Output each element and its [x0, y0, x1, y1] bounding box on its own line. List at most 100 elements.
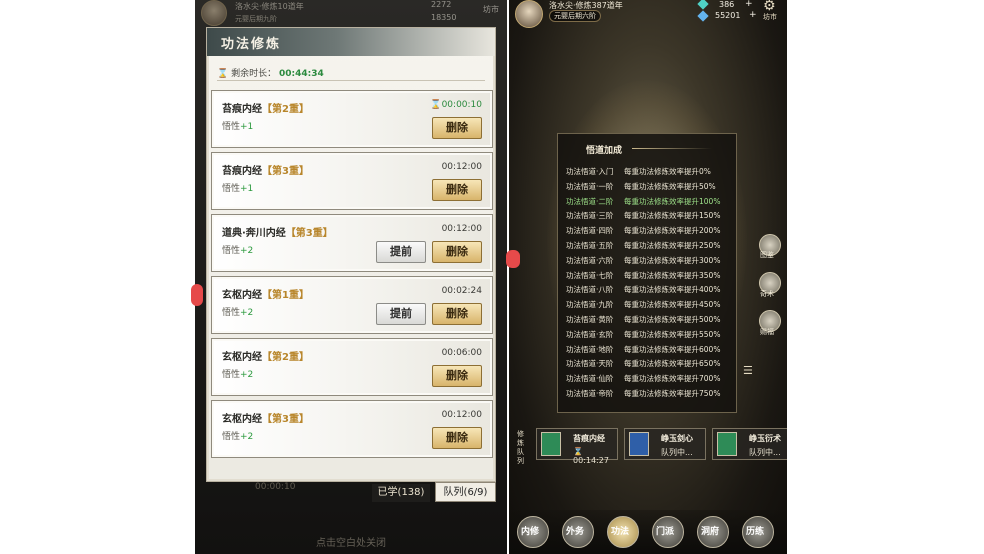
screenshot-stage: 洛水尖·修炼10道年 元婴后期九阶 2272 18350 坊市 00:00:10… — [0, 0, 984, 554]
queue-item-name: 峥玉剑心 — [661, 434, 693, 443]
bonus-level: 功法悟道·一阶 — [566, 181, 614, 191]
bonus-level: 功法悟道·入门 — [566, 167, 614, 176]
technique-card: 道典·奔川内经【第3重】 悟性+2 00:12:00 提前 删除 — [211, 214, 493, 272]
player-name: 洛水尖·修炼10道年 — [235, 2, 304, 11]
bonus-effect: 每重功法修炼效率提升650% — [624, 359, 721, 369]
gear-icon[interactable]: ⚙ — [763, 0, 776, 13]
bonus-row: 功法悟道·八阶 每重功法修炼效率提升400% — [566, 284, 720, 298]
hourglass-icon: ⌛ — [217, 69, 229, 79]
delete-button[interactable]: 删除 — [432, 179, 482, 201]
dim-timer: 00:00:10 — [255, 482, 296, 492]
close-hint[interactable]: 点击空白处关闭 — [195, 534, 507, 549]
dock-label: 门派 — [656, 527, 675, 537]
bonus-row: 功法悟道·帝阶 每重功法修炼效率提升750% — [566, 388, 720, 402]
bonus-row: 功法悟道·玄阶 每重功法修炼效率提升550% — [566, 329, 720, 343]
bonus-effect: 每重功法修炼效率提升350% — [624, 270, 721, 280]
training-time: 00:06:00 — [441, 348, 482, 358]
training-time: 00:12:00 — [441, 410, 482, 420]
resource-2: 18350 — [431, 13, 457, 22]
bonus-level: 功法悟道·三阶 — [566, 211, 614, 221]
bonus-row: 功法悟道·六阶 每重功法修炼效率提升300% — [566, 255, 720, 269]
queue-item[interactable]: 峥玉剑心队列中... — [624, 428, 706, 460]
bonus-effect: 每重功法修炼效率提升50% — [624, 181, 716, 191]
bonus-level: 功法悟道·六阶 — [566, 255, 614, 265]
book-icon — [541, 432, 561, 456]
bonus-effect: 每重功法修炼效率提升150% — [624, 211, 721, 221]
bonus-effect: 每重功法修炼效率提升500% — [624, 315, 721, 324]
blessing-label: 赐福 — [760, 328, 774, 336]
panel-title: 功法修炼 — [221, 37, 282, 52]
technique-card: 玄枢内经【第3重】 悟性+2 00:12:00 删除 — [211, 400, 493, 458]
queue-item-name: 峥玉衍术 — [749, 434, 781, 443]
delete-button[interactable]: 删除 — [432, 427, 482, 449]
technique-card: 玄枢内经【第1重】 悟性+2 00:02:24 提前 删除 — [211, 276, 493, 334]
queue-item-state: 队列中... — [661, 448, 693, 457]
technique-name: 苔痕内经【第2重】 — [222, 104, 309, 115]
left-edge-badge[interactable] — [191, 284, 203, 306]
divider — [632, 148, 712, 149]
bonus-row: 功法悟道·入门 每重功法修炼效率提升0% — [566, 166, 711, 180]
bonus-row: 功法悟道·天阶 每重功法修炼效率提升650% — [566, 358, 720, 372]
delete-button[interactable]: 删除 — [432, 365, 482, 387]
bonus-row: 功法悟道·黄阶 每重功法修炼效率提升500% — [566, 314, 720, 328]
bonus-effect: 每重功法修炼效率提升0% — [624, 167, 711, 176]
queue-label: 修炼队列 — [517, 430, 524, 465]
player-realm: 元婴后期九阶 — [235, 15, 277, 23]
bonus-effect: 每重功法修炼效率提升250% — [624, 241, 721, 250]
bonus-level: 功法悟道·帝阶 — [566, 389, 614, 398]
bonus-effect: 每重功法修炼效率提升550% — [624, 329, 721, 339]
delete-button[interactable]: 删除 — [432, 241, 482, 263]
add-resource-1-button[interactable]: + — [745, 0, 753, 9]
jade-icon — [697, 10, 709, 22]
dock-label: 外务 — [566, 527, 585, 537]
resource-1: 386 — [719, 0, 735, 9]
bonus-level: 功法悟道·九阶 — [566, 300, 614, 310]
technique-name: 道典·奔川内经【第3重】 — [222, 228, 333, 239]
shop-button[interactable]: 坊市 — [763, 12, 777, 22]
menu-list-icon[interactable]: ☰ — [743, 364, 753, 377]
training-time: 00:12:00 — [441, 162, 482, 172]
bonus-level: 功法悟道·黄阶 — [566, 315, 614, 324]
tab-queue[interactable]: 队列(6/9) — [435, 482, 496, 502]
bonus-row: 功法悟道·仙阶 每重功法修炼效率提升700% — [566, 373, 720, 387]
technique-name: 玄枢内经【第1重】 — [222, 290, 309, 301]
resource-2: 55201 — [715, 11, 741, 20]
queue-item[interactable]: 峥玉衍术 队列中... — [712, 428, 787, 460]
bonus-level: 功法悟道·仙阶 — [566, 374, 614, 384]
bonus-row: 功法悟道·五阶 每重功法修炼效率提升250% — [566, 240, 720, 254]
bonus-row: 功法悟道·九阶 每重功法修炼效率提升450% — [566, 299, 720, 313]
bonus-effect: 每重功法修炼效率提升750% — [624, 389, 721, 398]
atlas-label: 图鉴 — [760, 251, 774, 259]
bonus-effect: 每重功法修炼效率提升700% — [624, 374, 721, 384]
bonus-row: 功法悟道·二阶 每重功法修炼效率提升100% — [566, 196, 720, 210]
advance-button[interactable]: 提前 — [376, 241, 426, 263]
technique-name: 玄枢内经【第2重】 — [222, 352, 309, 363]
queue-item-name: 苔痕内经 — [573, 434, 605, 443]
add-resource-2-button[interactable]: + — [749, 10, 757, 20]
delete-button[interactable]: 删除 — [432, 303, 482, 325]
training-time: ⌛00:00:10 — [430, 100, 482, 110]
tab-learned[interactable]: 已学(138) — [372, 484, 430, 502]
advance-button[interactable]: 提前 — [376, 303, 426, 325]
avatar[interactable] — [201, 0, 227, 26]
avatar[interactable] — [515, 0, 543, 28]
bonus-row: 功法悟道·七阶 每重功法修炼效率提升350% — [566, 270, 720, 284]
technique-card: 玄枢内经【第2重】 悟性+2 00:06:00 删除 — [211, 338, 493, 396]
technique-label: 奇术 — [760, 290, 774, 298]
dock-label: 历练 — [746, 527, 765, 537]
book-icon — [629, 432, 649, 456]
technique-card: 苔痕内经【第2重】 悟性+1 ⌛00:00:10 删除 — [211, 90, 493, 148]
right-edge-badge[interactable] — [506, 250, 520, 268]
bonus-level: 功法悟道·五阶 — [566, 241, 614, 250]
queue-item-state: ⌛00:14:27 — [573, 447, 609, 465]
remaining-label: 剩余时长： — [231, 69, 277, 79]
technique-name: 玄枢内经【第3重】 — [222, 414, 309, 425]
bonus-effect: 每重功法修炼效率提升200% — [624, 226, 721, 236]
shop-button[interactable]: 坊市 — [483, 4, 499, 15]
bonus-title: 悟道加成 — [586, 146, 623, 156]
dock-label: 内修 — [521, 527, 540, 537]
queue-item[interactable]: 苔痕内经 ⌛00:14:27 — [536, 428, 618, 465]
delete-button[interactable]: 删除 — [432, 117, 482, 139]
bonus-effect: 每重功法修炼效率提升100% — [624, 196, 721, 206]
spirit-stone-icon — [697, 0, 709, 10]
